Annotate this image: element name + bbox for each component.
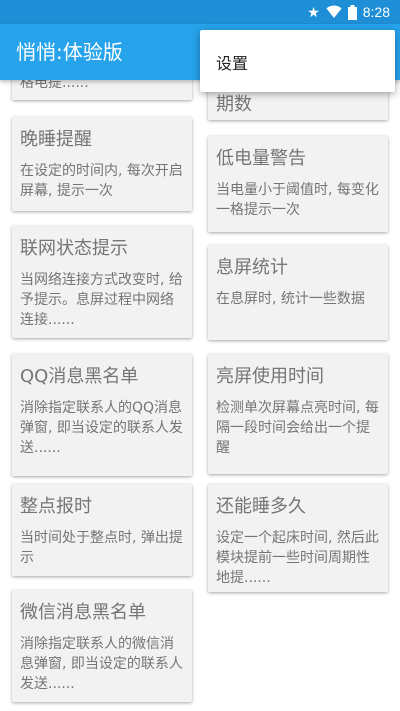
card-desc: 在设定的时间内, 每次开启屏幕, 提示一次 [20,163,183,199]
status-icons: ★ 8:28 [307,3,390,21]
card-desc: 格电提...... [20,80,89,91]
card-low-battery-warning[interactable]: 低电量警告 当电量小于阈值时, 每变化一格提示一次 [208,136,388,232]
menu-item-settings[interactable]: 设置 [216,50,248,74]
card-screen-off-stats[interactable]: 息屏统计 在息屏时, 统计一些数据 [208,245,388,340]
card-desc: 当电量小于阈值时, 每变化一格提示一次 [216,182,379,218]
card-desc: 在息屏时, 统计一些数据 [216,291,365,307]
card-network-status[interactable]: 联网状态提示 当网络连接方式改变时, 给予提示。息屏过程中网络连接...... [12,226,192,338]
card-desc: 检测单次屏幕点亮时间, 每隔一段时间会给出一个提醒 [216,400,379,456]
card-wechat-blacklist[interactable]: 微信消息黑名单 消除指定联系人的微信消息弹窗, 即当设定的联系人发送...... [12,590,192,702]
card-title: 亮屏使用时间 [216,366,324,387]
card-title: QQ消息黑名单 [20,366,139,387]
wifi-icon [326,5,342,18]
card-title: 联网状态提示 [20,238,128,259]
card-title: 整点报时 [20,496,92,517]
card-hourly-chime[interactable]: 整点报时 当时间处于整点时, 弹出提示 [12,484,192,576]
card-sleep-remaining[interactable]: 还能睡多久 设定一个起床时间, 然后此模块提前一些时间周期性地提...... [208,484,388,592]
card-desc: 设定一个起床时间, 然后此模块提前一些时间周期性地提...... [216,530,379,586]
card-title: 期数 [216,94,252,115]
card-title: 息屏统计 [216,257,288,278]
card-desc: 消除指定联系人的QQ消息弹窗, 即当设定的联系人发送...... [20,400,183,456]
card-desc: 消除指定联系人的微信消息弹窗, 即当设定的联系人发送...... [20,636,183,692]
card-screen-on-time[interactable]: 亮屏使用时间 检测单次屏幕点亮时间, 每隔一段时间会给出一个提醒 [208,354,388,474]
card-title: 还能睡多久 [216,496,306,517]
status-bar: ★ 8:28 [0,0,400,24]
overflow-menu: 设置 [200,30,395,92]
card-partial-left[interactable]: 格电提...... [12,80,192,100]
card-late-sleep-reminder[interactable]: 晚睡提醒 在设定的时间内, 每次开启屏幕, 提示一次 [12,117,192,211]
battery-icon [347,4,357,20]
app-title: 悄悄:体验版 [16,40,123,64]
module-grid: 格电提...... 晚睡提醒 在设定的时间内, 每次开启屏幕, 提示一次 联网状… [0,80,400,711]
card-title: 微信消息黑名单 [20,602,146,623]
card-title: 晚睡提醒 [20,129,92,150]
card-title: 低电量警告 [216,148,306,169]
card-qq-blacklist[interactable]: QQ消息黑名单 消除指定联系人的QQ消息弹窗, 即当设定的联系人发送...... [12,354,192,476]
status-time: 8:28 [362,4,390,20]
star-icon: ★ [307,3,320,20]
card-desc: 当时间处于整点时, 弹出提示 [20,530,183,566]
card-desc: 当网络连接方式改变时, 给予提示。息屏过程中网络连接...... [20,272,183,328]
